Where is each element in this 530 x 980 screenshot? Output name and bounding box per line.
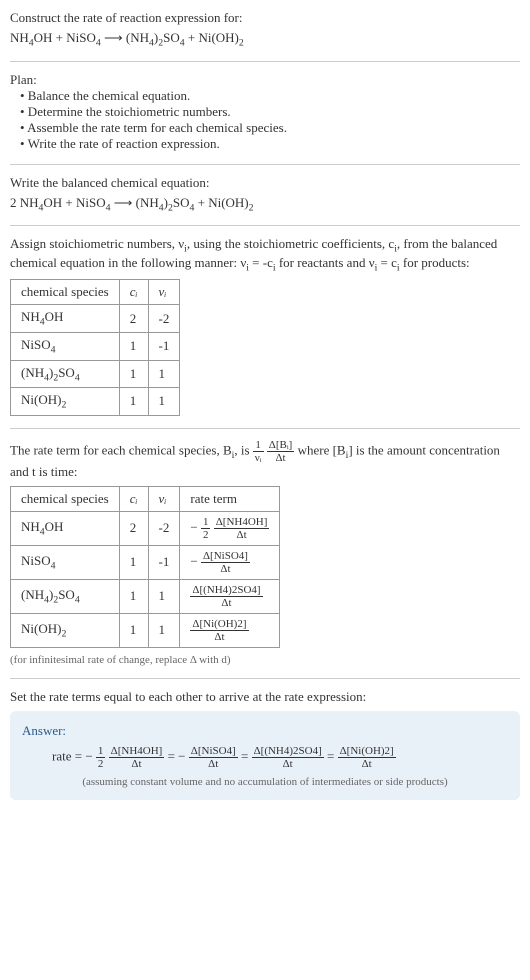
divider (10, 678, 520, 679)
table-row: Ni(OH)2 1 1 Δ[Ni(OH)2]Δt (11, 613, 280, 647)
species-cell: NiSO4 (11, 332, 120, 360)
species-cell: Ni(OH)2 (11, 388, 120, 416)
species-cell: (NH4)2SO4 (11, 360, 120, 388)
answer-expression: rate = − 12 Δ[NH4OH]Δt = − Δ[NiSO4]Δt = … (52, 745, 508, 770)
plan-item: • Assemble the rate term for each chemic… (20, 120, 520, 136)
ci-cell: 2 (119, 305, 148, 333)
fraction: Δ[(NH4)2SO4]Δt (190, 584, 262, 609)
fraction: 12 (96, 745, 106, 770)
ci-cell: 2 (119, 511, 148, 545)
fraction: Δ[NiSO4]Δt (201, 550, 250, 575)
fraction: Δ[NH4OH]Δt (109, 745, 165, 770)
ci-cell: 1 (119, 388, 148, 416)
fraction: Δ[NH4OH]Δt (214, 516, 270, 541)
answer-box: Answer: rate = − 12 Δ[NH4OH]Δt = − Δ[NiS… (10, 711, 520, 800)
rateterm-text: The rate term for each chemical species,… (10, 439, 520, 480)
answer-title: Answer: (22, 723, 508, 739)
table-row: Ni(OH)2 1 1 (11, 388, 180, 416)
vi-cell: -2 (148, 305, 180, 333)
prompt-section: Construct the rate of reaction expressio… (10, 10, 520, 49)
table-header: chemical species (11, 486, 120, 511)
final-section: Set the rate terms equal to each other t… (10, 689, 520, 800)
balanced-equation: 2 NH4OH + NiSO4 ⟶ (NH4)2SO4 + Ni(OH)2 (10, 195, 520, 214)
vi-cell: 1 (148, 579, 180, 613)
stoichiometry-table: chemical species cᵢ νᵢ NH4OH 2 -2 NiSO4 … (10, 279, 180, 415)
plan-section: Plan: • Balance the chemical equation. •… (10, 72, 520, 152)
rate-cell: − Δ[NiSO4]Δt (180, 545, 280, 579)
vi-cell: -1 (148, 545, 180, 579)
table-header-row: chemical species cᵢ νᵢ rate term (11, 486, 280, 511)
vi-cell: 1 (148, 360, 180, 388)
table-header: νᵢ (148, 280, 180, 305)
fraction: Δ[Ni(OH)2]Δt (190, 618, 248, 643)
species-cell: NiSO4 (11, 545, 120, 579)
ci-cell: 1 (119, 332, 148, 360)
table-header: cᵢ (119, 280, 148, 305)
fraction: 1νᵢ (253, 439, 264, 464)
table-header: chemical species (11, 280, 120, 305)
species-cell: Ni(OH)2 (11, 613, 120, 647)
divider (10, 225, 520, 226)
rate-term-table: chemical species cᵢ νᵢ rate term NH4OH 2… (10, 486, 280, 648)
table-row: NH4OH 2 -2 − 12 Δ[NH4OH]Δt (11, 511, 280, 545)
divider (10, 164, 520, 165)
assign-text: Assign stoichiometric numbers, νi, using… (10, 236, 520, 273)
ci-cell: 1 (119, 613, 148, 647)
final-text: Set the rate terms equal to each other t… (10, 689, 520, 705)
fraction: Δ[Bᵢ]Δt (267, 439, 295, 464)
table-row: NiSO4 1 -1 − Δ[NiSO4]Δt (11, 545, 280, 579)
plan-item: • Write the rate of reaction expression. (20, 136, 520, 152)
infinitesimal-note: (for infinitesimal rate of change, repla… (10, 654, 520, 666)
rateterm-section: The rate term for each chemical species,… (10, 439, 520, 666)
table-row: NH4OH 2 -2 (11, 305, 180, 333)
vi-cell: 1 (148, 613, 180, 647)
prompt-title: Construct the rate of reaction expressio… (10, 10, 520, 26)
fraction: 12 (201, 516, 211, 541)
species-cell: (NH4)2SO4 (11, 579, 120, 613)
table-row: (NH4)2SO4 1 1 Δ[(NH4)2SO4]Δt (11, 579, 280, 613)
divider (10, 428, 520, 429)
rate-cell: Δ[(NH4)2SO4]Δt (180, 579, 280, 613)
fraction: Δ[(NH4)2SO4]Δt (252, 745, 324, 770)
table-header: rate term (180, 486, 280, 511)
table-header: νᵢ (148, 486, 180, 511)
divider (10, 61, 520, 62)
table-header: cᵢ (119, 486, 148, 511)
ci-cell: 1 (119, 545, 148, 579)
balanced-title: Write the balanced chemical equation: (10, 175, 520, 191)
plan-item: • Balance the chemical equation. (20, 88, 520, 104)
rate-cell: Δ[Ni(OH)2]Δt (180, 613, 280, 647)
answer-note: (assuming constant volume and no accumul… (22, 776, 508, 788)
table-row: (NH4)2SO4 1 1 (11, 360, 180, 388)
balanced-section: Write the balanced chemical equation: 2 … (10, 175, 520, 214)
ci-cell: 1 (119, 579, 148, 613)
species-cell: NH4OH (11, 305, 120, 333)
table-header-row: chemical species cᵢ νᵢ (11, 280, 180, 305)
vi-cell: -2 (148, 511, 180, 545)
rate-cell: − 12 Δ[NH4OH]Δt (180, 511, 280, 545)
fraction: Δ[Ni(OH)2]Δt (338, 745, 396, 770)
species-cell: NH4OH (11, 511, 120, 545)
fraction: Δ[NiSO4]Δt (189, 745, 238, 770)
ci-cell: 1 (119, 360, 148, 388)
plan-item: • Determine the stoichiometric numbers. (20, 104, 520, 120)
vi-cell: 1 (148, 388, 180, 416)
table-row: NiSO4 1 -1 (11, 332, 180, 360)
vi-cell: -1 (148, 332, 180, 360)
assign-section: Assign stoichiometric numbers, νi, using… (10, 236, 520, 416)
plan-title: Plan: (10, 72, 520, 88)
unbalanced-equation: NH4OH + NiSO4 ⟶ (NH4)2SO4 + Ni(OH)2 (10, 30, 520, 49)
